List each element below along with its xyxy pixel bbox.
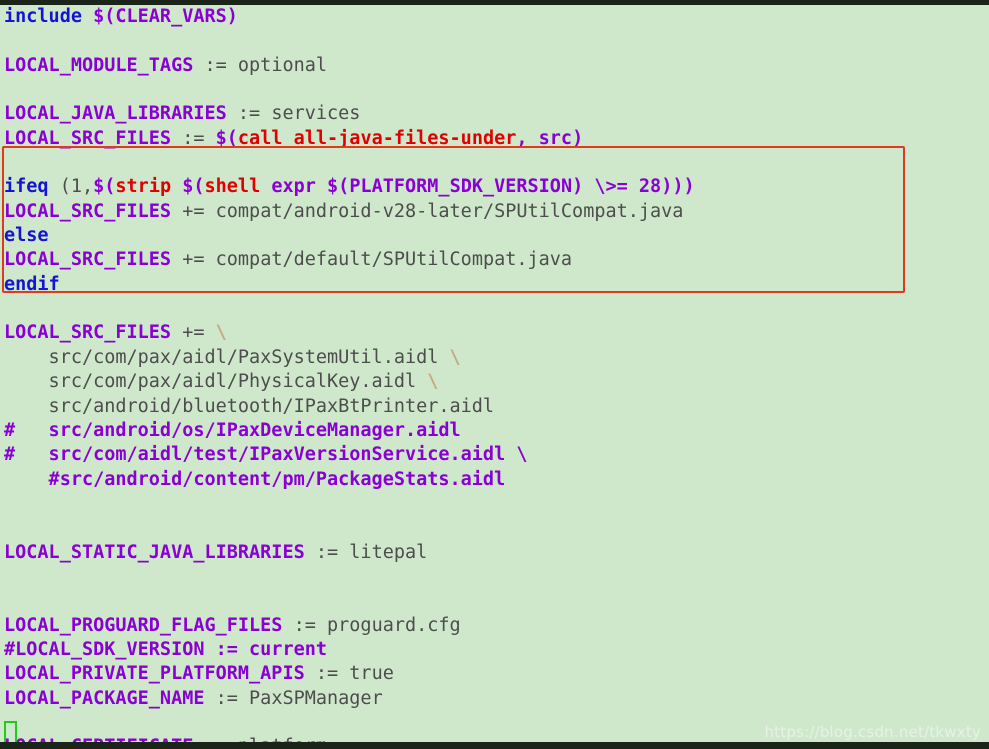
code-token-var: $(	[93, 176, 116, 198]
code-token-plain: +=	[182, 249, 216, 271]
code-line[interactable]: # src/android/os/IPaxDeviceManager.aidl	[4, 419, 989, 443]
code-line[interactable]: src/com/pax/aidl/PhysicalKey.aidl \	[4, 370, 989, 394]
code-token-var: $(CLEAR_VARS)	[93, 6, 238, 27]
code-token-plain: +=	[182, 200, 216, 222]
code-token-var: expr	[271, 176, 328, 198]
code-token-var: ,	[516, 127, 539, 149]
code-token-plain: :=	[215, 687, 250, 709]
code-token-plain: compat/android-v28-later/SPUtilCompat.ja…	[215, 200, 684, 222]
code-token-plain: src/com/pax/aidl/PaxSystemUtil.aidl	[4, 346, 450, 368]
code-token-var: $(	[182, 176, 205, 198]
code-line[interactable]: include $(CLEAR_VARS)	[4, 5, 989, 29]
code-token-var: LOCAL_STATIC_JAVA_LIBRARIES	[4, 541, 316, 563]
code-token-plain: services	[271, 103, 361, 125]
code-token-plain: optional	[237, 54, 328, 76]
code-token-var: LOCAL_SRC_FILES	[4, 249, 183, 271]
code-line[interactable]	[4, 78, 989, 102]
code-token-func: strip	[115, 176, 183, 198]
code-token-cont: \	[449, 346, 461, 368]
code-token-func: call all-java-files-under	[237, 127, 517, 149]
code-token-var: src)	[538, 127, 584, 149]
code-token-plain: :=	[204, 54, 238, 76]
code-line[interactable]: LOCAL_SRC_FILES += compat/android-v28-la…	[4, 200, 989, 224]
code-token-kw: ifeq	[4, 176, 49, 198]
code-token-plain: :=	[293, 614, 328, 636]
editor-bottom-chrome-bar	[0, 742, 989, 749]
code-token-var: $(	[215, 127, 238, 149]
code-line[interactable]: endif	[4, 273, 989, 297]
code-token-comment: #LOCAL_SDK_VERSION := current	[4, 638, 328, 660]
code-surface[interactable]: include $(CLEAR_VARS) LOCAL_MODULE_TAGS …	[0, 5, 989, 742]
code-line[interactable]: LOCAL_JAVA_LIBRARIES := services	[4, 102, 989, 126]
code-line[interactable]: LOCAL_PRIVATE_PLATFORM_APIS := true	[4, 662, 989, 686]
code-token-plain: :=	[315, 663, 350, 685]
code-line[interactable]	[4, 589, 989, 613]
code-token-plain: src/android/bluetooth/IPaxBtPrinter.aidl	[4, 395, 495, 417]
code-line[interactable]: #LOCAL_SDK_VERSION := current	[4, 638, 989, 662]
code-token-plain: :=	[182, 127, 216, 149]
code-line[interactable]: LOCAL_SRC_FILES += compat/default/SPUtil…	[4, 248, 989, 272]
code-token-plain: true	[349, 663, 394, 685]
code-token-plain: src/com/pax/aidl/PhysicalKey.aidl	[4, 371, 428, 393]
code-token-plain: +=	[182, 322, 216, 344]
code-token-plain: :=	[237, 103, 272, 125]
code-token-var: LOCAL_PACKAGE_NAME	[4, 687, 216, 709]
code-token-comment: # src/android/os/IPaxDeviceManager.aidl	[4, 419, 461, 441]
code-token-var: LOCAL_PRIVATE_PLATFORM_APIS	[4, 663, 316, 685]
code-token-plain: litepal	[349, 541, 428, 563]
code-line[interactable]: LOCAL_PACKAGE_NAME := PaxSPManager	[4, 687, 989, 711]
code-token-comment: # src/com/aidl/test/IPaxVersionService.a…	[4, 444, 528, 466]
code-line[interactable]: #src/android/content/pm/PackageStats.aid…	[4, 468, 989, 492]
code-line[interactable]	[4, 492, 989, 516]
code-line[interactable]: ifeq (1,$(strip $(shell expr $(PLATFORM_…	[4, 175, 989, 199]
code-token-func: shell	[204, 176, 272, 198]
code-line[interactable]	[4, 151, 989, 175]
code-line[interactable]: # src/com/aidl/test/IPaxVersionService.a…	[4, 443, 989, 467]
code-token-var: $(PLATFORM_SDK_VERSION)	[327, 176, 584, 198]
code-line[interactable]: LOCAL_STATIC_JAVA_LIBRARIES := litepal	[4, 541, 989, 565]
code-line-container: include $(CLEAR_VARS) LOCAL_MODULE_TAGS …	[4, 5, 989, 742]
code-token-var: LOCAL_SRC_FILES	[4, 200, 183, 222]
watermark-text: https://blog.csdn.net/tkwxty	[764, 723, 981, 741]
code-line[interactable]: LOCAL_PROGUARD_FLAG_FILES := proguard.cf…	[4, 614, 989, 638]
code-token-kw: include	[4, 6, 94, 27]
code-line[interactable]	[4, 29, 989, 53]
code-line[interactable]	[4, 297, 989, 321]
code-token-plain: proguard.cfg	[327, 614, 461, 636]
code-token-comment: #src/android/content/pm/PackageStats.aid…	[4, 468, 506, 490]
code-token-kw: else	[4, 225, 49, 247]
code-line[interactable]: else	[4, 224, 989, 248]
code-token-var: )))	[661, 176, 695, 198]
code-line[interactable]	[4, 516, 989, 540]
code-token-var: LOCAL_SRC_FILES	[4, 127, 183, 149]
code-token-plain: :=	[315, 541, 350, 563]
code-token-plain: (1,	[48, 176, 94, 198]
code-token-kw: endif	[4, 273, 60, 295]
code-token-var: LOCAL_SRC_FILES	[4, 322, 183, 344]
code-token-cont: \	[215, 322, 227, 344]
code-line[interactable]: LOCAL_SRC_FILES += \	[4, 321, 989, 345]
code-token-plain: compat/default/SPUtilCompat.java	[215, 249, 573, 271]
code-token-plain: PaxSPManager	[249, 687, 383, 709]
code-token-var: \>= 28	[583, 176, 662, 198]
code-line[interactable]: src/com/pax/aidl/PaxSystemUtil.aidl \	[4, 346, 989, 370]
code-line[interactable]: LOCAL_SRC_FILES := $(call all-java-files…	[4, 127, 989, 151]
code-token-var: LOCAL_MODULE_TAGS	[4, 54, 205, 76]
code-line[interactable]: LOCAL_MODULE_TAGS := optional	[4, 54, 989, 78]
code-line[interactable]: src/android/bluetooth/IPaxBtPrinter.aidl	[4, 395, 989, 419]
code-token-var: LOCAL_PROGUARD_FLAG_FILES	[4, 614, 294, 636]
code-token-var: LOCAL_JAVA_LIBRARIES	[4, 103, 238, 125]
code-line[interactable]	[4, 565, 989, 589]
code-editor-window[interactable]: include $(CLEAR_VARS) LOCAL_MODULE_TAGS …	[0, 0, 989, 749]
code-token-cont: \	[427, 371, 439, 393]
